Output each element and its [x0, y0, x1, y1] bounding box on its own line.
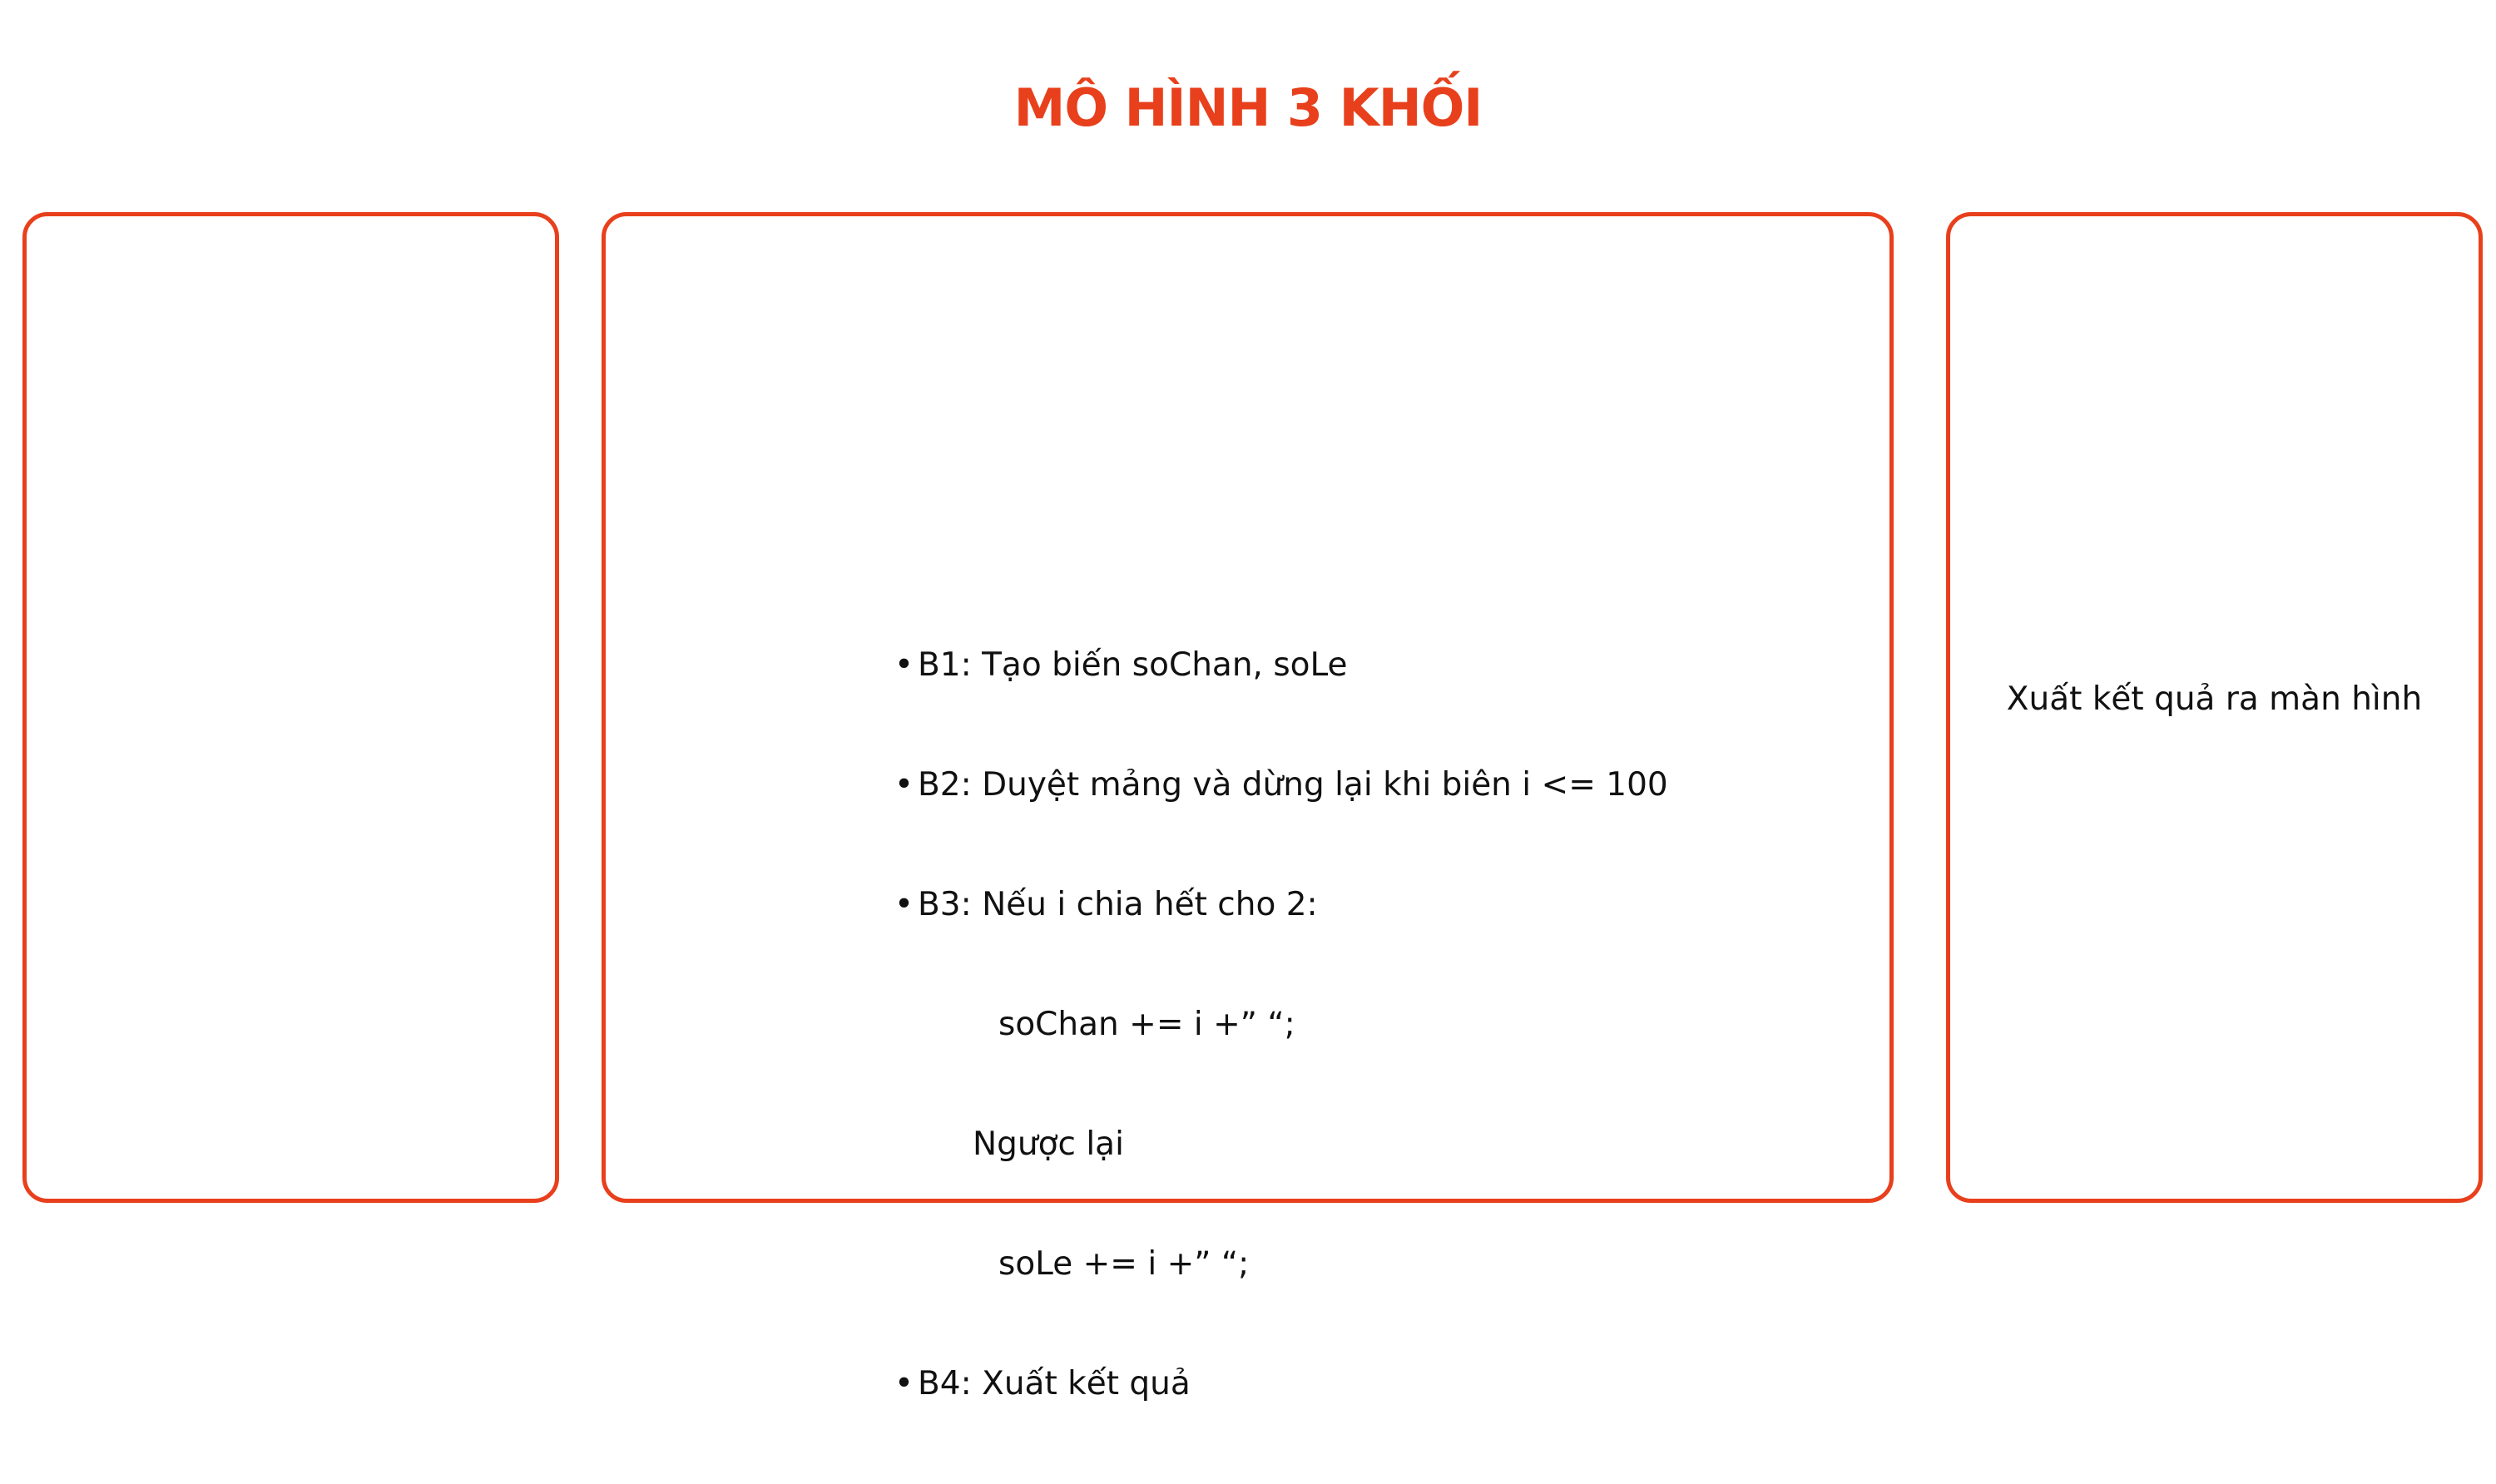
step-b3: • B3: Nếu i chia hết cho 2: — [894, 885, 1668, 925]
step-text: Ngược lại — [973, 1125, 1124, 1163]
step-b1: • B1: Tạo biến soChan, soLe — [894, 646, 1668, 685]
step-text: soLe += i +” “; — [998, 1245, 1250, 1283]
step-text: B3: Nếu i chia hết cho 2: — [918, 886, 1318, 923]
step-text: B2: Duyệt mảng và dừng lại khi biên i <=… — [918, 766, 1668, 804]
bullet-icon: • — [894, 1365, 914, 1402]
step-b4: • B4: Xuất kết quả — [894, 1364, 1668, 1404]
step-b3-odd: soLe += i +” “; — [894, 1244, 1668, 1284]
step-text: soChan += i +” “; — [998, 1006, 1295, 1043]
step-b3-even: soChan += i +” “; — [894, 1005, 1668, 1045]
step-text: B4: Xuất kết quả — [918, 1365, 1191, 1402]
diagram-title: MÔ HÌNH 3 KHỐI — [1013, 77, 1483, 138]
bullet-icon: • — [894, 646, 914, 684]
input-block — [22, 212, 559, 1203]
process-steps: • B1: Tạo biến soChan, soLe • B2: Duyệt mả… — [894, 566, 1668, 1484]
output-text: Xuất kết quả ra màn hình — [2006, 680, 2423, 718]
output-block: Xuất kết quả ra màn hình — [1946, 212, 2483, 1203]
bullet-icon: • — [894, 766, 914, 804]
bullet-icon: • — [894, 886, 914, 923]
step-b2: • B2: Duyệt mảng và dừng lại khi biên i <… — [894, 765, 1668, 805]
process-block: • B1: Tạo biến soChan, soLe • B2: Duyệt mả… — [602, 212, 1894, 1402]
step-text: B1: Tạo biến soChan, soLe — [918, 646, 1348, 684]
step-b3-else: Ngược lại — [894, 1125, 1668, 1165]
